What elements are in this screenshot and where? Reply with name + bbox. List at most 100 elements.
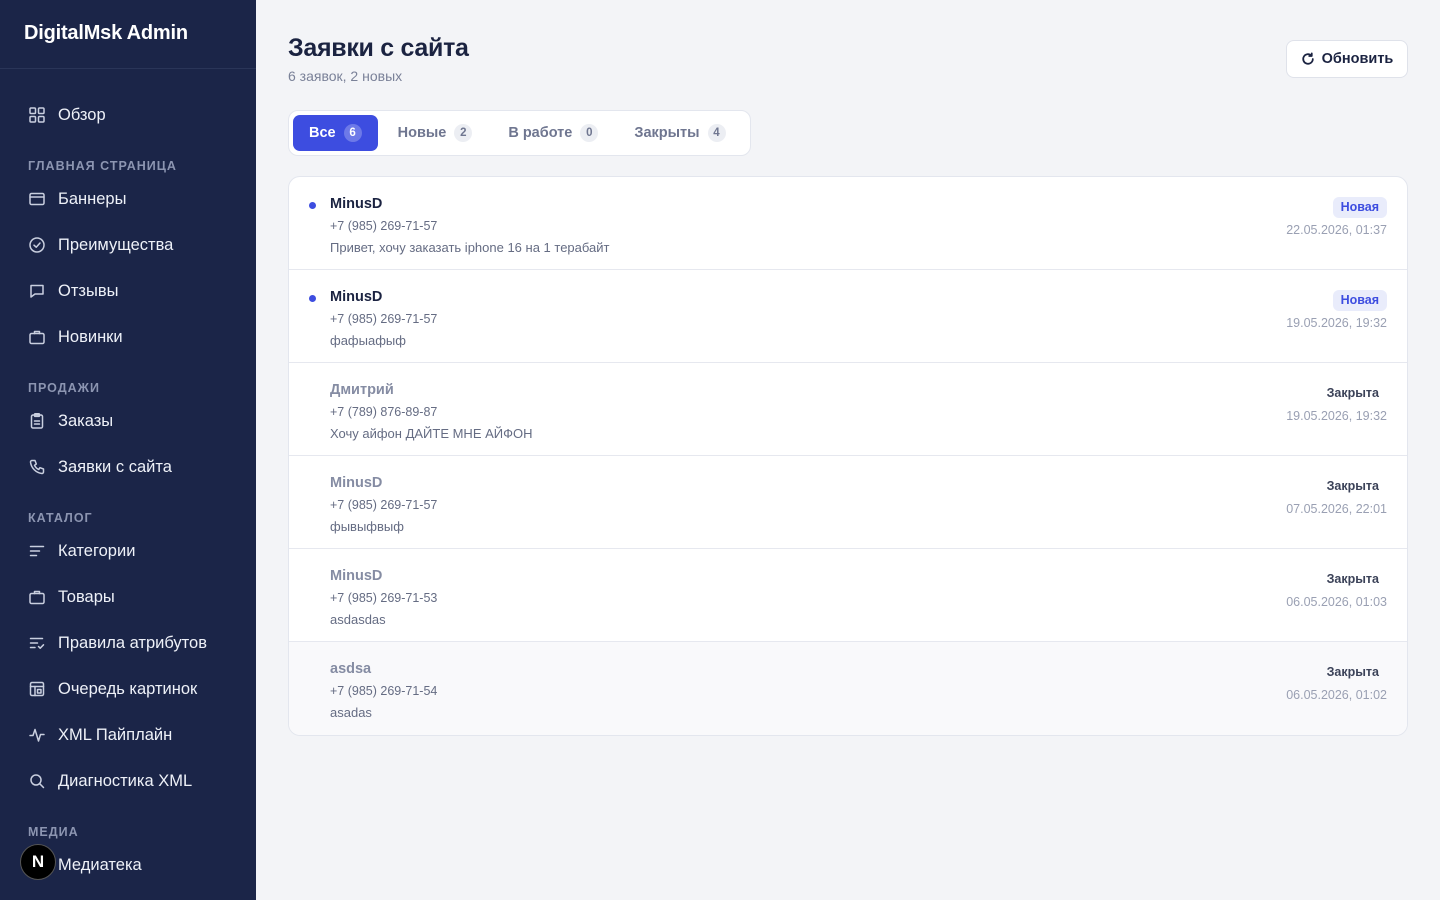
request-name: asdsa bbox=[330, 661, 372, 677]
sidebar-item-label: Баннеры bbox=[58, 189, 127, 208]
sidebar-section-title: МЕДИА bbox=[28, 825, 79, 839]
tab-count-badge: 0 bbox=[580, 124, 599, 142]
request-phone: +7 (985) 269-71-57 bbox=[330, 219, 438, 233]
sidebar-item-overview[interactable]: Обзор bbox=[0, 92, 256, 138]
sidebar-item-image-queue[interactable]: Очередь картинок bbox=[0, 666, 256, 712]
sidebar-item-label: Правила атрибутов bbox=[58, 633, 207, 652]
sidebar-item-reviews[interactable]: Отзывы bbox=[0, 268, 256, 314]
tab-label: Все bbox=[309, 125, 336, 141]
request-row[interactable]: Дмитрий +7 (789) 876-89-87 Хочу айфон ДА… bbox=[289, 363, 1407, 456]
request-phone: +7 (985) 269-71-53 bbox=[330, 591, 438, 605]
sidebar-item-label: Заказы bbox=[58, 411, 114, 430]
tab-label: Новые bbox=[397, 125, 447, 141]
refresh-button-label: Обновить bbox=[1321, 51, 1394, 67]
sidebar-item-label: Диагностика XML bbox=[58, 771, 193, 790]
search-icon bbox=[28, 772, 46, 790]
request-row[interactable]: MinusD +7 (985) 269-71-57 фафыафыф Новая… bbox=[289, 270, 1407, 363]
sidebar-item-site-requests[interactable]: Заявки с сайта bbox=[0, 444, 256, 490]
tab-label: Закрыты bbox=[634, 125, 700, 141]
dev-tools-badge[interactable]: N bbox=[20, 844, 56, 880]
sidebar-section-title: ПРОДАЖИ bbox=[28, 381, 100, 395]
sidebar-nav: Обзор ГЛАВНАЯ СТРАНИЦА Баннеры Преимущес… bbox=[0, 69, 256, 888]
briefcase-icon bbox=[28, 328, 46, 346]
unread-dot bbox=[309, 202, 316, 209]
tab-label: В работе bbox=[508, 125, 573, 141]
list-check-icon bbox=[28, 634, 46, 652]
request-message: фывыфвыф bbox=[330, 519, 404, 534]
request-date: 22.05.2026, 01:37 bbox=[1286, 223, 1387, 237]
request-message: фафыафыф bbox=[330, 333, 406, 348]
sidebar-item-new-products[interactable]: Новинки bbox=[0, 314, 256, 360]
tab-count-badge: 6 bbox=[343, 124, 362, 142]
request-row[interactable]: asdsa +7 (985) 269-71-54 asadas Закрыта … bbox=[289, 642, 1407, 735]
request-date: 06.05.2026, 01:02 bbox=[1286, 688, 1387, 702]
sidebar-section-title: КАТАЛОГ bbox=[28, 511, 93, 525]
request-row[interactable]: MinusD +7 (985) 269-71-57 фывыфвыф Закры… bbox=[289, 456, 1407, 549]
tab-closed[interactable]: Закрыты 4 bbox=[618, 115, 741, 151]
card-icon bbox=[28, 190, 46, 208]
image-queue-icon bbox=[28, 680, 46, 698]
phone-icon bbox=[28, 458, 46, 476]
status-badge: Закрыта bbox=[1326, 665, 1379, 679]
request-phone: +7 (985) 269-71-54 bbox=[330, 684, 438, 698]
requests-list: MinusD +7 (985) 269-71-57 Привет, хочу з… bbox=[288, 176, 1408, 736]
sidebar: DigitalMsk Admin Обзор ГЛАВНАЯ СТРАНИЦА … bbox=[0, 0, 256, 900]
tab-count-badge: 2 bbox=[454, 124, 473, 142]
sidebar-item-xml-pipeline[interactable]: XML Пайплайн bbox=[0, 712, 256, 758]
request-phone: +7 (985) 269-71-57 bbox=[330, 498, 438, 512]
sidebar-item-label: Преимущества bbox=[58, 235, 174, 254]
status-badge: Новая bbox=[1332, 290, 1387, 311]
page-subtitle: 6 заявок, 2 новых bbox=[288, 68, 403, 84]
sidebar-section-title: ГЛАВНАЯ СТРАНИЦА bbox=[28, 159, 177, 173]
status-badge: Закрыта bbox=[1326, 386, 1379, 400]
sidebar-item-advantages[interactable]: Преимущества bbox=[0, 222, 256, 268]
request-name: MinusD bbox=[330, 475, 383, 491]
brand-logo[interactable]: DigitalMsk Admin bbox=[0, 0, 256, 69]
tab-in-progress[interactable]: В работе 0 bbox=[492, 115, 614, 151]
unread-dot bbox=[309, 295, 316, 302]
request-date: 19.05.2026, 19:32 bbox=[1286, 316, 1387, 330]
request-date: 07.05.2026, 22:01 bbox=[1286, 502, 1387, 516]
clipboard-icon bbox=[28, 412, 46, 430]
tab-all[interactable]: Все 6 bbox=[293, 115, 378, 151]
refresh-button[interactable]: Обновить bbox=[1286, 40, 1408, 78]
status-badge: Закрыта bbox=[1326, 572, 1379, 586]
request-message: asadas bbox=[330, 705, 372, 720]
tab-new[interactable]: Новые 2 bbox=[382, 115, 489, 151]
sidebar-item-categories[interactable]: Категории bbox=[0, 528, 256, 574]
sidebar-item-attribute-rules[interactable]: Правила атрибутов bbox=[0, 620, 256, 666]
check-circle-icon bbox=[28, 236, 46, 254]
activity-icon bbox=[28, 726, 46, 744]
status-badge: Закрыта bbox=[1326, 479, 1379, 493]
sidebar-item-label: Категории bbox=[58, 541, 136, 560]
request-phone: +7 (985) 269-71-57 bbox=[330, 312, 438, 326]
sidebar-item-label: Отзывы bbox=[58, 281, 119, 300]
page-title: Заявки с сайта bbox=[288, 34, 469, 62]
status-filter-tabs: Все 6 Новые 2 В работе 0 Закрыты 4 bbox=[288, 110, 751, 156]
lines-icon bbox=[28, 542, 46, 560]
sidebar-item-label: Новинки bbox=[58, 327, 123, 346]
sidebar-item-label: XML Пайплайн bbox=[58, 725, 173, 744]
main-content: Заявки с сайта 6 заявок, 2 новых Обновит… bbox=[256, 0, 1440, 900]
sidebar-item-label: Обзор bbox=[58, 105, 106, 124]
request-name: MinusD bbox=[330, 568, 383, 584]
sidebar-item-xml-diagnostics[interactable]: Диагностика XML bbox=[0, 758, 256, 804]
sidebar-item-banners[interactable]: Баннеры bbox=[0, 176, 256, 222]
request-date: 19.05.2026, 19:32 bbox=[1286, 409, 1387, 423]
sidebar-item-label: Медиатека bbox=[58, 855, 142, 874]
message-icon bbox=[28, 282, 46, 300]
sidebar-item-orders[interactable]: Заказы bbox=[0, 398, 256, 444]
sidebar-item-label: Товары bbox=[58, 587, 115, 606]
request-row[interactable]: MinusD +7 (985) 269-71-57 Привет, хочу з… bbox=[289, 177, 1407, 270]
tab-count-badge: 4 bbox=[707, 124, 726, 142]
grid-icon bbox=[28, 106, 46, 124]
status-badge: Новая bbox=[1332, 197, 1387, 218]
sidebar-item-products[interactable]: Товары bbox=[0, 574, 256, 620]
request-phone: +7 (789) 876-89-87 bbox=[330, 405, 438, 419]
request-message: Привет, хочу заказать iphone 16 на 1 тер… bbox=[330, 240, 610, 255]
request-message: Хочу айфон ДАЙТЕ МНЕ АЙФОН bbox=[330, 426, 533, 441]
request-row[interactable]: MinusD +7 (985) 269-71-53 asdasdas Закры… bbox=[289, 549, 1407, 642]
briefcase-icon bbox=[28, 588, 46, 606]
request-name: MinusD bbox=[330, 196, 383, 212]
sidebar-item-label: Очередь картинок bbox=[58, 679, 198, 698]
